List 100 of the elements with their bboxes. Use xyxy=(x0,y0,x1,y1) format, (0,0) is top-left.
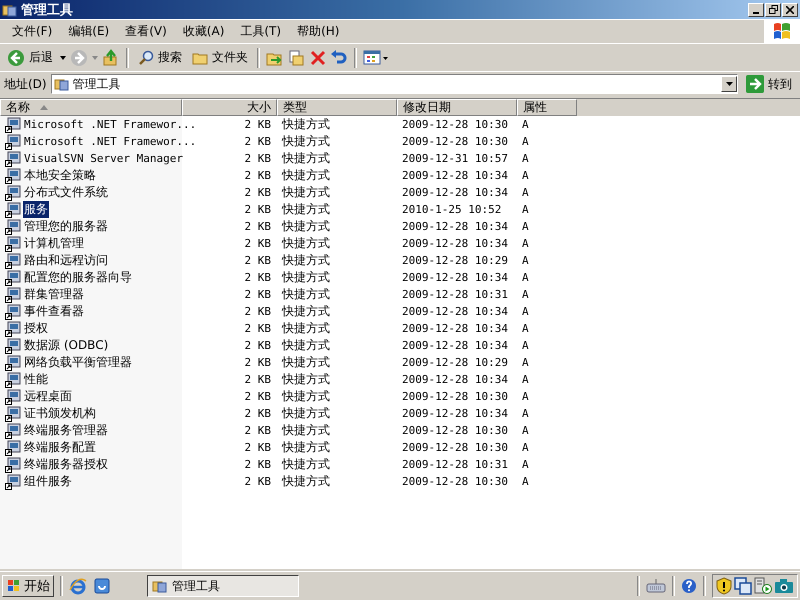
table-cell-text: 2009-12-28 10:30 xyxy=(401,135,509,148)
address-label: 地址(D) xyxy=(4,76,47,92)
browser-icon[interactable] xyxy=(69,577,87,595)
table-cell-text: 快捷方式 xyxy=(280,167,331,184)
file-name[interactable]: 服务 xyxy=(23,201,49,218)
shortcut-icon xyxy=(5,320,21,336)
table-cell-text: 2 KB xyxy=(244,441,272,454)
table-cell-text: 2009-12-28 10:34 xyxy=(401,322,509,335)
restore-button[interactable] xyxy=(765,2,781,16)
menu-item[interactable]: 查看(V) xyxy=(117,21,175,42)
menu-item[interactable]: 帮助(H) xyxy=(289,21,348,42)
file-name[interactable]: 组件服务 xyxy=(23,473,73,490)
file-name[interactable]: 远程桌面 xyxy=(23,388,73,405)
table-cell-text: A xyxy=(521,407,530,420)
table-cell-text: 2 KB xyxy=(244,373,272,386)
table-cell-text: A xyxy=(521,203,530,216)
minimize-button[interactable] xyxy=(748,2,764,16)
keyboard-icon[interactable] xyxy=(646,578,666,594)
copy-to-folder-icon[interactable] xyxy=(288,48,306,66)
file-name[interactable]: Microsoft .NET Framewor... xyxy=(23,118,198,131)
file-name[interactable]: VisualSVN Server Manager xyxy=(23,152,184,165)
table-cell-text: 快捷方式 xyxy=(280,405,331,422)
file-name[interactable]: 配置您的服务器向导 xyxy=(23,269,133,286)
table-cell-text: A xyxy=(521,356,530,369)
shortcut-icon xyxy=(5,440,21,456)
file-name[interactable]: 群集管理器 xyxy=(23,286,85,303)
table-cell-text: A xyxy=(521,288,530,301)
dropdown-button[interactable] xyxy=(721,76,737,92)
table-cell-text: 2009-12-28 10:29 xyxy=(401,254,509,267)
table-cell-text: A xyxy=(521,390,530,403)
file-name[interactable]: 管理您的服务器 xyxy=(23,218,109,235)
menu-item[interactable]: 工具(T) xyxy=(232,21,290,42)
table-cell-text: 快捷方式 xyxy=(280,235,331,252)
menu-item[interactable]: 文件(F) xyxy=(4,21,60,42)
help-icon[interactable] xyxy=(681,578,697,594)
file-name[interactable]: 路由和远程访问 xyxy=(23,252,109,269)
back-button[interactable]: 后退 xyxy=(4,48,56,68)
server-icon[interactable] xyxy=(754,577,772,595)
camera-icon[interactable] xyxy=(774,578,794,594)
table-cell-text: 2 KB xyxy=(244,390,272,403)
go-button[interactable]: 转到 xyxy=(742,75,796,93)
table-cell-text: 2 KB xyxy=(244,305,272,318)
file-name[interactable]: 终端服务器授权 xyxy=(23,456,109,473)
search-icon xyxy=(138,50,154,66)
file-name[interactable]: 授权 xyxy=(23,320,49,337)
table-cell-text: 2 KB xyxy=(244,186,272,199)
table-cell-text: 2 KB xyxy=(244,288,272,301)
column-header[interactable]: 名称 xyxy=(0,99,182,116)
file-name[interactable]: 事件查看器 xyxy=(23,303,85,320)
address-field[interactable]: 管理工具 xyxy=(50,74,738,94)
file-name[interactable]: 数据源 (ODBC) xyxy=(23,337,110,354)
file-name[interactable]: 网络负载平衡管理器 xyxy=(23,354,133,371)
column-header[interactable]: 修改日期 xyxy=(397,99,517,116)
table-cell-text: 2009-12-28 10:34 xyxy=(401,220,509,233)
start-button[interactable]: 开始 xyxy=(2,575,54,597)
shield-icon[interactable] xyxy=(716,577,732,595)
column-header[interactable]: 类型 xyxy=(277,99,397,116)
file-name[interactable]: 计算机管理 xyxy=(23,235,85,252)
table-cell-text: 快捷方式 xyxy=(280,354,331,371)
folders-button[interactable]: 文件夹 xyxy=(189,48,251,67)
window-title: 管理工具 xyxy=(21,2,74,18)
undo-icon[interactable] xyxy=(330,48,348,66)
table-cell-text: 快捷方式 xyxy=(280,218,331,235)
delete-icon[interactable] xyxy=(310,50,326,66)
table-cell-text: 快捷方式 xyxy=(280,422,331,439)
file-name[interactable]: 性能 xyxy=(23,371,49,388)
close-button[interactable] xyxy=(782,2,798,16)
column-header[interactable]: 大小 xyxy=(182,99,277,116)
shortcut-icon xyxy=(5,270,21,286)
table-cell-text: 2010-1-25 10:52 xyxy=(401,203,502,216)
table-cell-text: 2 KB xyxy=(244,407,272,420)
file-name[interactable]: 证书颁发机构 xyxy=(23,405,97,422)
minimize-icon xyxy=(753,12,759,14)
table-cell-text: 2009-12-31 10:57 xyxy=(401,152,509,165)
table-cell-text: 2009-12-28 10:34 xyxy=(401,305,509,318)
file-name[interactable]: 本地安全策略 xyxy=(23,167,97,184)
search-button[interactable]: 搜索 xyxy=(135,48,185,67)
file-name[interactable]: Microsoft .NET Framewor... xyxy=(23,135,198,148)
table-cell-text: 快捷方式 xyxy=(280,456,331,473)
taskbar-button[interactable]: 管理工具 xyxy=(147,575,299,597)
menu-item[interactable]: 收藏(A) xyxy=(174,21,232,42)
column-header[interactable]: 属性 xyxy=(517,99,577,116)
table-cell-text: 2 KB xyxy=(244,475,272,488)
shortcut-icon xyxy=(5,202,21,218)
file-name[interactable]: 终端服务配置 xyxy=(23,439,97,456)
file-name[interactable]: 终端服务管理器 xyxy=(23,422,109,439)
table-cell-text: A xyxy=(521,271,530,284)
table-cell-text: A xyxy=(521,254,530,267)
file-name[interactable]: 分布式文件系统 xyxy=(23,184,109,201)
table-cell-text: A xyxy=(521,305,530,318)
views-icon[interactable] xyxy=(363,50,389,66)
table-cell-text: A xyxy=(521,220,530,233)
table-cell-text: A xyxy=(521,322,530,335)
shortcut-icon xyxy=(5,304,21,320)
table-cell-text: A xyxy=(521,424,530,437)
table-cell-text: 2009-12-28 10:30 xyxy=(401,118,509,131)
table-cell-text: 2 KB xyxy=(244,220,272,233)
table-cell-text: 快捷方式 xyxy=(280,116,331,133)
shortcut-icon xyxy=(5,406,21,422)
menu-item[interactable]: 编辑(E) xyxy=(60,21,118,42)
